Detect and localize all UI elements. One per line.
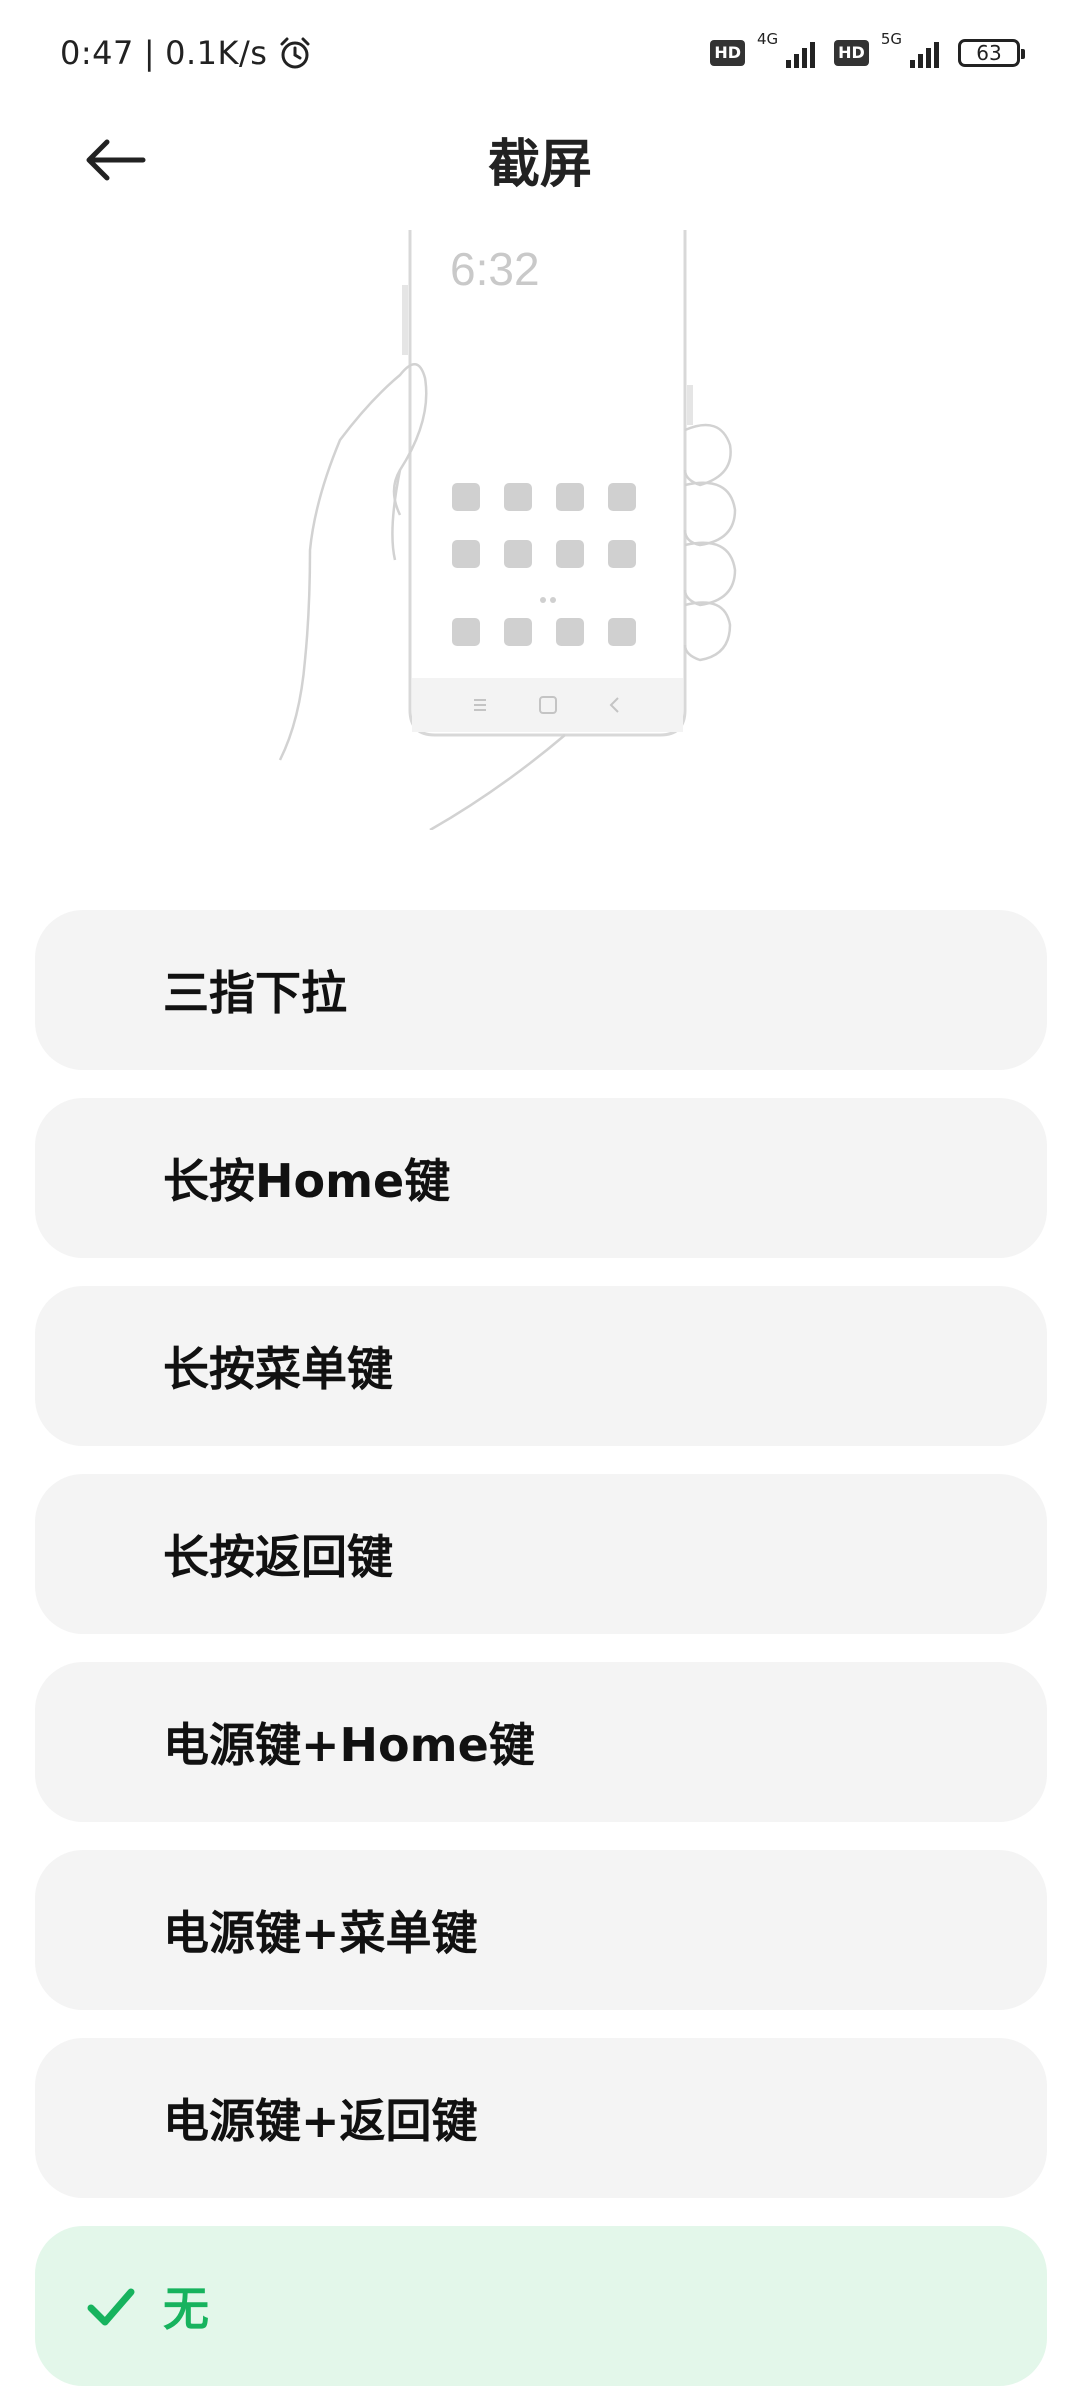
- illustration-clock: 6:32: [450, 243, 540, 295]
- option-long-press-home[interactable]: 长按Home键: [35, 1098, 1047, 1258]
- phone-side-button: [402, 285, 408, 355]
- battery-level: 63: [976, 40, 1002, 65]
- option-three-finger-swipe[interactable]: 三指下拉: [35, 910, 1047, 1070]
- network-speed: 0.1K/s: [165, 33, 268, 72]
- option-label: 三指下拉: [163, 966, 347, 1020]
- status-separator: |: [143, 33, 156, 72]
- option-none[interactable]: 无: [35, 2226, 1047, 2386]
- status-bar: 0:47 | 0.1K/s HD 4G HD 5G 63: [0, 0, 1080, 105]
- hd-badge-sim1: HD: [710, 39, 745, 66]
- header: 截屏: [0, 110, 1080, 210]
- status-left: 0:47 | 0.1K/s: [60, 30, 313, 75]
- option-label: 长按菜单键: [163, 1342, 393, 1396]
- option-long-press-back[interactable]: 长按返回键: [35, 1474, 1047, 1634]
- screenshot-gesture-options: 三指下拉 长按Home键 长按菜单键 长按返回键 电源键+Home键 电源键+菜…: [35, 910, 1047, 2400]
- signal-icon: [910, 41, 939, 68]
- signal-icon: [786, 41, 816, 68]
- hand-outline: [278, 363, 737, 830]
- option-label: 长按Home键: [163, 1154, 451, 1208]
- hd-badge-sim2: HD: [834, 39, 869, 66]
- option-power-back[interactable]: 电源键+返回键: [35, 2038, 1047, 2198]
- app-grid: [452, 483, 636, 646]
- option-label: 无: [163, 2282, 209, 2336]
- option-label: 电源键+菜单键: [163, 1906, 478, 1960]
- screen: 0:47 | 0.1K/s HD 4G HD 5G 63 截屏 6:32 三指下…: [0, 0, 1080, 2400]
- phone-side-button: [687, 385, 693, 425]
- option-power-menu[interactable]: 电源键+菜单键: [35, 1850, 1047, 2010]
- alarm-icon: [280, 37, 310, 68]
- phone-outline: [408, 230, 687, 737]
- option-label: 电源键+返回键: [163, 2094, 478, 2148]
- network-type-sim2: 5G: [880, 29, 902, 48]
- option-label: 电源键+Home键: [163, 1718, 535, 1772]
- option-long-press-menu[interactable]: 长按菜单键: [35, 1286, 1047, 1446]
- page-title: 截屏: [487, 135, 592, 195]
- network-type-sim1: 4G: [756, 29, 779, 48]
- status-right: HD 4G HD 5G 63: [710, 29, 1025, 75]
- status-time: 0:47: [60, 33, 134, 72]
- check-icon: [87, 2288, 135, 2326]
- phone-illustration: 6:32: [278, 230, 737, 830]
- option-power-home[interactable]: 电源键+Home键: [35, 1662, 1047, 1822]
- battery-icon: 63: [958, 38, 1025, 67]
- option-label: 长按返回键: [163, 1530, 393, 1584]
